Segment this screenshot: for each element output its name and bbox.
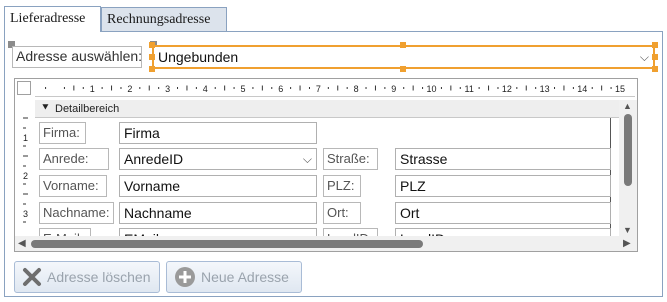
chevron-down-icon[interactable]: ⌵ [303,152,312,167]
chevron-down-icon[interactable]: ⌵ [640,49,649,66]
field-strasse[interactable]: Strasse [395,148,611,170]
field-anrede[interactable]: AnredeID ⌵ [119,148,317,170]
field-anrede-value: AnredeID [124,151,184,167]
delete-address-button[interactable]: Adresse löschen [14,261,160,293]
ruler-number: 7 [316,84,321,94]
form-selector[interactable] [17,81,31,95]
ruler-number: 15 [615,84,625,94]
resize-handle[interactable] [149,42,155,48]
ruler-number: 4 [203,84,208,94]
ruler-number: 13 [540,84,550,94]
vertical-scrollbar[interactable]: ▲ ▼ [619,100,637,236]
horizontal-ruler-ticks: 1 2 3 4 5 6 7 8 9 10 11 12 13 14 15 [45,84,625,94]
ruler-number: 5 [240,84,245,94]
horizontal-scroll-thumb[interactable] [31,240,423,248]
resize-handle[interactable] [652,42,658,48]
scroll-up-icon[interactable]: ▲ [623,101,632,111]
field-ort[interactable]: Ort [395,202,611,224]
ruler-number: 3 [23,209,28,219]
vertical-ruler-ticks: 1 2 3 [23,117,28,223]
vertical-ruler: 1 2 3 [17,99,33,234]
section-title: Detailbereich [55,103,120,115]
delete-x-icon [23,268,41,286]
ruler-number: 11 [465,84,474,94]
vertical-scroll-thumb[interactable] [624,114,632,186]
scroll-left-icon[interactable]: ◀ [18,238,26,249]
delete-address-label: Adresse löschen [47,269,151,285]
label-anrede[interactable]: Anrede: [39,148,109,170]
ruler-number: 1 [90,84,95,94]
horizontal-ruler: 1 2 3 4 5 6 7 8 9 10 11 12 13 14 15 [35,80,635,97]
label-ort[interactable]: Ort: [323,202,361,224]
section-header[interactable]: ⯆ Detailbereich [35,100,625,118]
label-vorname[interactable]: Vorname: [39,175,107,197]
design-surface: Firma: Firma Anrede: AnredeID ⌵ Vorname:… [35,118,611,250]
ruler-number: 14 [577,84,587,94]
ruler-number: 9 [391,84,396,94]
ruler-number: 8 [354,84,359,94]
label-nachname[interactable]: Nachname: [39,202,114,224]
new-address-button[interactable]: Neue Adresse [166,261,302,293]
label-firma[interactable]: Firma: [39,122,86,144]
ruler-number: 2 [127,84,132,94]
resize-handle[interactable] [652,66,658,72]
ruler-number: 1 [23,133,28,143]
ruler-number: 6 [278,84,283,94]
resize-handle[interactable] [652,54,658,60]
label-plz[interactable]: PLZ: [323,175,361,197]
resize-handle[interactable] [149,66,155,72]
ruler-number: 3 [165,84,170,94]
ruler-number: 12 [502,84,512,94]
field-nachname[interactable]: Nachname [119,202,317,224]
ruler-number: 10 [426,84,436,94]
resize-handle[interactable] [400,66,406,72]
field-vorname[interactable]: Vorname [119,175,317,197]
scroll-down-icon[interactable]: ▼ [623,225,632,235]
new-address-label: Neue Adresse [201,269,289,285]
tab-lieferadresse[interactable]: Lieferadresse [4,6,101,32]
plus-circle-icon [175,267,195,287]
tab-rechnungsadresse[interactable]: Rechnungsadresse [101,7,227,31]
subform-designer: 1 2 3 4 5 6 7 8 9 10 11 12 13 14 15 123 ⯆ Detailbereic… [14,78,638,252]
resize-handle[interactable] [149,54,155,60]
section-collapse-icon[interactable]: ⯆ [41,102,50,115]
field-plz[interactable]: PLZ [395,175,611,197]
resize-handle[interactable] [400,42,406,48]
ruler-number: 2 [23,171,28,181]
address-select-label: Adresse auswählen: [12,46,142,68]
scroll-right-icon[interactable]: ▶ [623,238,631,249]
field-firma[interactable]: Firma [119,122,317,144]
horizontal-scrollbar[interactable]: ◀ ▶ [15,236,637,251]
label-strasse[interactable]: Straße: [323,148,378,170]
address-select-value: Ungebunden [158,49,239,65]
